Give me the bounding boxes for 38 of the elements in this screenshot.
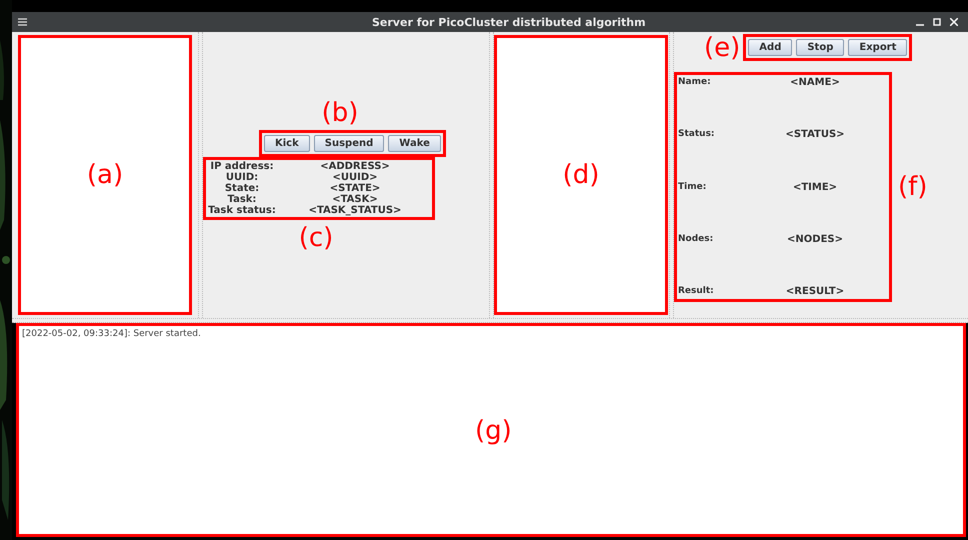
field-label: Result: (677, 286, 715, 297)
field-label: Task: (226, 194, 258, 205)
action-button[interactable]: Suspend (314, 135, 384, 152)
annotation-label: (g) (475, 415, 512, 448)
window-title: Server for PicoCluster distributed algorithm (372, 15, 646, 31)
annotation-label: (f) (898, 170, 928, 204)
action-button[interactable]: Export (848, 39, 908, 56)
field-label: Task status: (207, 205, 277, 216)
annotation-label: (a) (86, 158, 124, 192)
close-icon[interactable] (950, 18, 958, 26)
action-button[interactable]: Wake (388, 135, 441, 152)
field-label: Status: (677, 129, 716, 140)
annotation-label: (c) (298, 222, 334, 255)
annotation-label: (e) (704, 34, 740, 60)
field-value: <STATE> (328, 183, 382, 194)
field-label: Name: (677, 77, 712, 88)
menu-icon[interactable] (18, 18, 27, 26)
field-label: State: (224, 183, 260, 194)
maximize-icon[interactable] (933, 18, 941, 26)
field-value: <TASK_STATUS> (308, 205, 402, 216)
action-button[interactable]: Kick (264, 135, 310, 152)
field-value: <TASK> (331, 194, 379, 205)
log-line: [2022-05-02, 09:33:24]: Server started. (22, 328, 202, 340)
field-value: <RESULT> (784, 286, 846, 297)
annotation-label: (b) (322, 97, 358, 130)
field-label: IP address: (209, 161, 275, 172)
action-button[interactable]: Stop (796, 39, 844, 56)
field-label: Time: (677, 182, 708, 192)
field-value: <TIME> (792, 182, 838, 192)
field-label: Nodes: (677, 234, 714, 245)
field-value: <NODES> (786, 234, 844, 245)
field-value: <NAME> (789, 77, 841, 88)
annotation-label: (d) (562, 158, 600, 192)
field-value: <STATUS> (784, 129, 846, 140)
action-button[interactable]: Add (748, 39, 792, 56)
field-value: <UUID> (331, 172, 379, 183)
field-value: <ADDRESS> (319, 161, 391, 172)
field-label: UUID: (224, 172, 260, 183)
